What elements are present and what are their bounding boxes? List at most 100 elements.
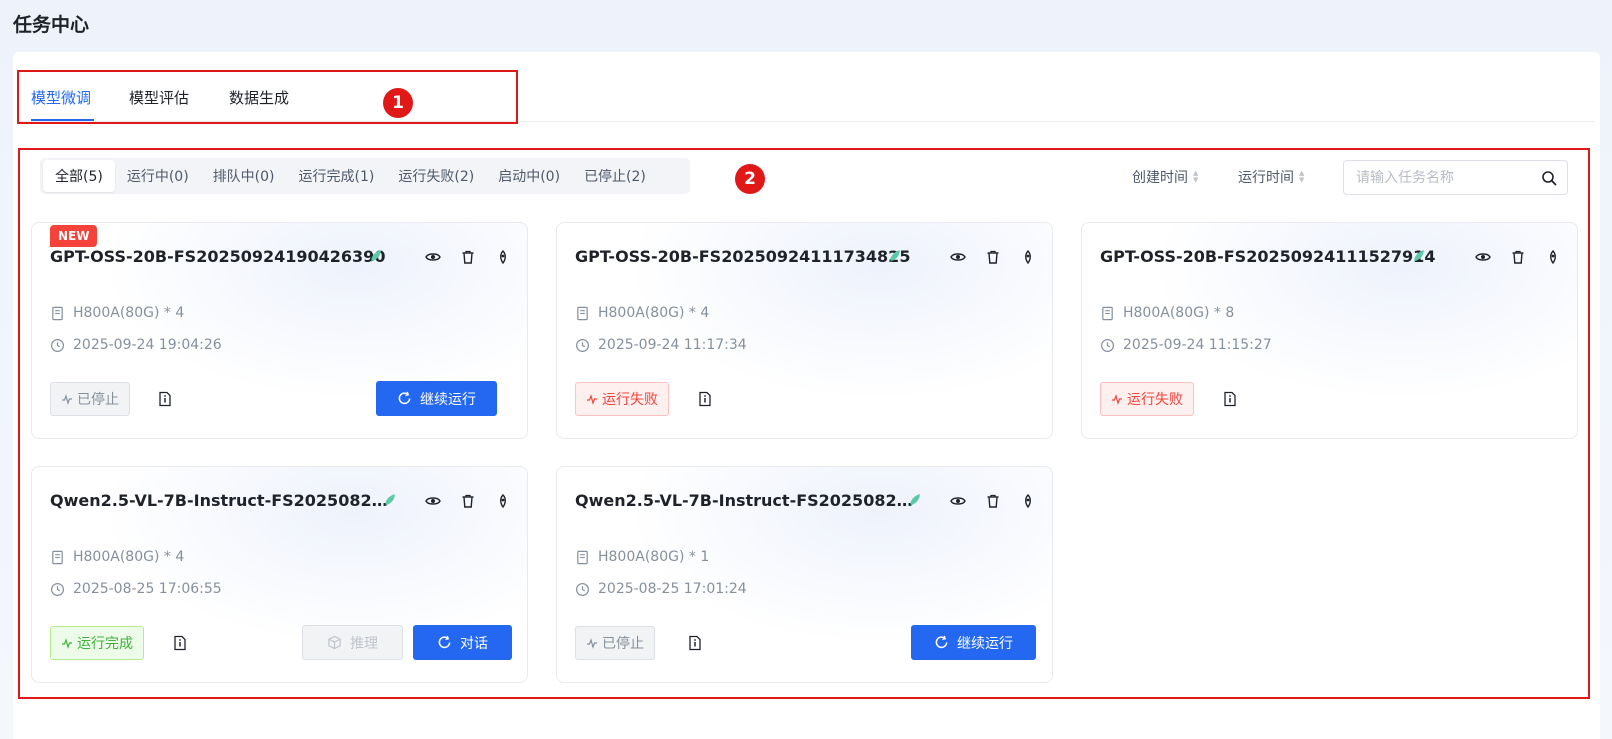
annotation-badge-2: 2: [735, 164, 765, 194]
created-time: 2025-09-24 11:15:27: [1100, 337, 1272, 353]
inference-label: 推理: [350, 635, 378, 652]
time-text: 2025-08-25 17:01:24: [598, 581, 747, 597]
view-icon[interactable]: [1475, 249, 1491, 265]
filter-completed[interactable]: 运行完成(1): [287, 160, 387, 192]
delete-icon[interactable]: [460, 249, 476, 265]
filter-starting[interactable]: 启动中(0): [486, 160, 572, 192]
rocket-icon: [889, 250, 900, 262]
log-file-icon[interactable]: [697, 391, 713, 407]
log-file-icon[interactable]: [1222, 391, 1238, 407]
deploy-icon[interactable]: [1020, 249, 1036, 265]
sort-arrows-icon: ▲ ▼: [1299, 169, 1305, 184]
status-badge: 运行失败: [575, 382, 669, 416]
server-icon: [52, 306, 63, 320]
clock-icon: [575, 338, 590, 352]
task-title: Qwen2.5-VL-7B-Instruct-FS20250825...: [50, 491, 395, 510]
status-pulse-icon: [587, 394, 597, 405]
task-card[interactable]: GPT-OSS-20B-FS20250924111527914 H800A(80…: [1081, 222, 1578, 439]
status-text: 运行完成: [77, 636, 133, 652]
rocket-icon: [1413, 250, 1424, 262]
filter-failed[interactable]: 运行失败(2): [386, 160, 486, 192]
status-text: 运行失败: [1127, 392, 1183, 408]
task-card[interactable]: Qwen2.5-VL-7B-Instruct-FS20250825... H80…: [556, 466, 1053, 683]
log-file-icon[interactable]: [687, 635, 703, 651]
task-title: Qwen2.5-VL-7B-Instruct-FS20250825...: [575, 491, 920, 510]
search-input[interactable]: [1356, 167, 1526, 189]
server-icon: [52, 550, 63, 564]
rocket-icon: [384, 494, 395, 506]
status-text: 已停止: [77, 392, 119, 408]
sort-run-time[interactable]: 运行时间 ▲ ▼: [1238, 167, 1304, 187]
sort-arrows-icon: ▲ ▼: [1193, 169, 1199, 184]
new-tag: NEW: [50, 225, 98, 247]
chat-icon: [438, 635, 451, 649]
filter-queued[interactable]: 排队中(0): [201, 160, 287, 192]
task-card[interactable]: GPT-OSS-20B-FS20250924111734825 H800A(80…: [556, 222, 1053, 439]
created-time: 2025-08-25 17:06:55: [50, 581, 222, 597]
deploy-icon[interactable]: [1020, 493, 1036, 509]
gpu-spec: H800A(80G) * 1: [575, 549, 709, 565]
gpu-spec: H800A(80G) * 4: [50, 549, 184, 565]
status-badge: 已停止: [575, 626, 655, 660]
task-card[interactable]: Qwen2.5-VL-7B-Instruct-FS20250825... H80…: [31, 466, 528, 683]
time-text: 2025-09-24 11:17:34: [598, 337, 747, 353]
refresh-icon: [935, 635, 948, 649]
rocket-icon: [909, 494, 920, 506]
time-text: 2025-09-24 11:15:27: [1123, 337, 1272, 353]
gpu-text: H800A(80G) * 8: [1123, 305, 1235, 321]
sort-created-label: 创建时间: [1132, 170, 1188, 186]
annotation-box-1: [17, 70, 518, 124]
log-file-icon[interactable]: [172, 635, 188, 651]
filter-all[interactable]: 全部(5): [43, 160, 115, 192]
status-text: 已停止: [602, 636, 644, 652]
chat-label: 对话: [460, 635, 488, 652]
continue-run-button[interactable]: 继续运行: [376, 381, 497, 416]
gpu-spec: H800A(80G) * 8: [1100, 305, 1234, 321]
rocket-icon: [370, 250, 381, 262]
continue-run-button[interactable]: 继续运行: [911, 625, 1036, 660]
sort-runtime-label: 运行时间: [1238, 170, 1294, 186]
search-box: [1343, 160, 1568, 195]
cube-icon: [328, 635, 341, 650]
view-icon[interactable]: [425, 493, 441, 509]
gpu-text: H800A(80G) * 4: [73, 305, 185, 321]
view-icon[interactable]: [425, 249, 441, 265]
chat-button[interactable]: 对话: [413, 625, 512, 660]
created-time: 2025-09-24 19:04:26: [50, 337, 222, 353]
page-title: 任务中心: [13, 14, 90, 36]
delete-icon[interactable]: [985, 249, 1001, 265]
task-title: GPT-OSS-20B-FS20250924111734825: [575, 247, 911, 266]
delete-icon[interactable]: [985, 493, 1001, 509]
log-file-icon[interactable]: [157, 391, 173, 407]
created-time: 2025-08-25 17:01:24: [575, 581, 747, 597]
status-text: 运行失败: [602, 392, 658, 408]
delete-icon[interactable]: [1510, 249, 1526, 265]
search-icon[interactable]: [1541, 170, 1557, 186]
status-pulse-icon: [62, 638, 72, 649]
inference-button[interactable]: 推理: [302, 625, 403, 660]
view-icon[interactable]: [950, 249, 966, 265]
sort-created-time[interactable]: 创建时间 ▲ ▼: [1132, 167, 1198, 187]
deploy-icon[interactable]: [495, 493, 511, 509]
filter-running[interactable]: 运行中(0): [115, 160, 201, 192]
annotation-badge-1: 1: [383, 88, 413, 118]
status-filter-group: 全部(5) 运行中(0) 排队中(0) 运行完成(1) 运行失败(2) 启动中(…: [40, 158, 690, 194]
filter-stopped[interactable]: 已停止(2): [572, 160, 658, 192]
refresh-icon: [398, 391, 411, 405]
time-text: 2025-08-25 17:06:55: [73, 581, 222, 597]
status-pulse-icon: [62, 394, 72, 405]
delete-icon[interactable]: [460, 493, 476, 509]
status-pulse-icon: [587, 638, 597, 649]
server-icon: [577, 306, 588, 320]
gpu-spec: H800A(80G) * 4: [50, 305, 184, 321]
deploy-icon[interactable]: [495, 249, 511, 265]
gpu-text: H800A(80G) * 4: [598, 305, 710, 321]
gpu-text: H800A(80G) * 4: [73, 549, 185, 565]
status-pulse-icon: [1112, 394, 1122, 405]
server-icon: [1102, 306, 1113, 320]
view-icon[interactable]: [950, 493, 966, 509]
status-badge: 已停止: [50, 382, 130, 416]
deploy-icon[interactable]: [1545, 249, 1561, 265]
task-card[interactable]: NEW GPT-OSS-20B-FS20250924190426390 H800…: [31, 222, 528, 439]
status-badge: 运行失败: [1100, 382, 1194, 416]
